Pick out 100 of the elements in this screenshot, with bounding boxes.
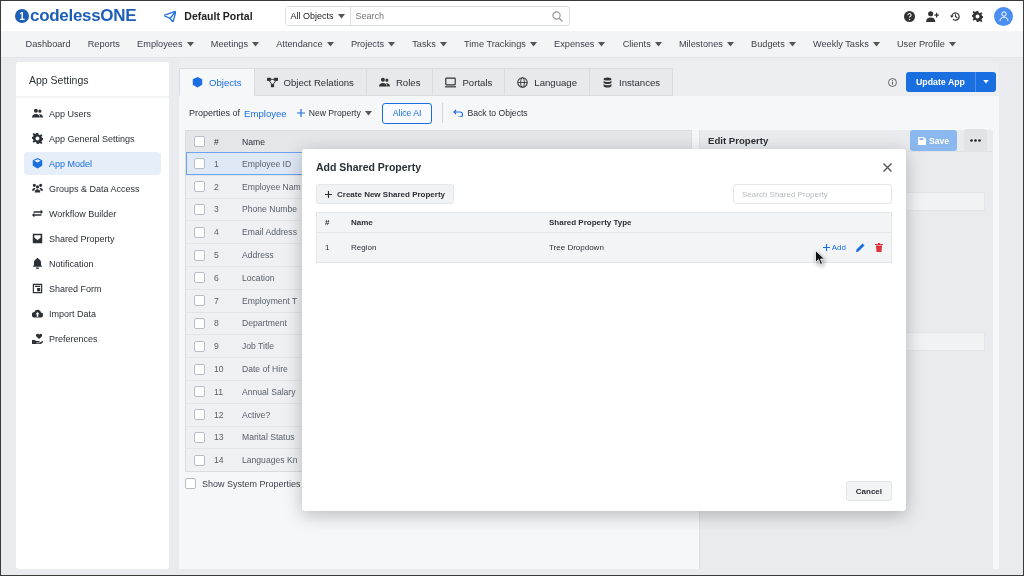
checkbox[interactable] xyxy=(194,136,205,147)
sidebar-item[interactable]: Import Data xyxy=(24,302,161,325)
caret-icon xyxy=(654,41,662,47)
nav-menu-item[interactable]: Projects xyxy=(342,39,404,49)
pencil-icon[interactable] xyxy=(856,243,865,252)
sidebar-item[interactable]: Shared Property xyxy=(24,227,161,250)
add-user-icon[interactable] xyxy=(926,10,939,22)
caret-icon xyxy=(439,41,447,47)
bell-icon xyxy=(32,258,43,269)
user-silhouette-icon xyxy=(998,11,1009,21)
help-icon[interactable] xyxy=(904,10,915,22)
nav-menu-item[interactable]: Expenses xyxy=(545,39,615,49)
checkbox[interactable] xyxy=(194,431,205,443)
cancel-button[interactable]: Cancel xyxy=(845,481,892,501)
checkbox[interactable] xyxy=(194,295,205,307)
nav-menu-item[interactable]: Tasks xyxy=(403,39,456,49)
nav-menu-item[interactable]: Clients xyxy=(614,39,671,49)
search-bar[interactable]: All Objects Search xyxy=(284,6,570,26)
table-cell: Email Address xyxy=(242,227,297,238)
sidebar-item[interactable]: App General Settings xyxy=(24,127,161,150)
sidebar-item[interactable]: Groups & Data Access xyxy=(24,177,161,200)
info-icon[interactable] xyxy=(887,77,897,87)
table-cell: 8 xyxy=(214,318,219,329)
trash-icon[interactable] xyxy=(875,243,883,252)
nav-menu-item[interactable]: Reports xyxy=(79,39,129,49)
column-header: # xyxy=(214,136,219,147)
logo-text: codelessONE xyxy=(30,6,137,26)
add-link[interactable]: Add xyxy=(822,243,846,252)
gear-icon xyxy=(32,133,43,144)
caret-icon xyxy=(388,41,396,47)
table-cell-text: Tree Dropdown xyxy=(549,243,605,252)
nav-menu-item[interactable]: Meetings xyxy=(202,39,268,49)
plus-icon xyxy=(296,109,305,117)
checkbox[interactable] xyxy=(194,204,205,215)
checkbox[interactable] xyxy=(194,363,205,375)
create-shared-property-button[interactable]: Create New Shared Property xyxy=(316,184,455,204)
sidebar-item[interactable]: App Users xyxy=(24,102,161,125)
checkbox[interactable] xyxy=(185,478,196,490)
sidebar-item[interactable]: Notification xyxy=(24,252,161,275)
back-link[interactable]: Back to Objects xyxy=(453,108,528,118)
nav-menu-item[interactable]: Dashboard xyxy=(17,39,80,49)
search-field[interactable]: Search Shared Property xyxy=(733,184,892,204)
search-icon[interactable] xyxy=(551,11,563,22)
checkbox[interactable] xyxy=(194,454,205,466)
avatar[interactable] xyxy=(994,6,1013,26)
tab[interactable]: Object Relations xyxy=(254,68,367,96)
caret-icon xyxy=(983,80,989,84)
caret-icon xyxy=(186,41,194,47)
update-app-button[interactable]: Update App xyxy=(905,72,996,92)
alice-ai-button[interactable]: Alice AI xyxy=(381,102,433,124)
more-options-icon[interactable] xyxy=(964,129,987,152)
column-header: Shared Property Type xyxy=(549,218,633,227)
checkbox[interactable] xyxy=(194,317,205,329)
checkbox[interactable] xyxy=(194,249,205,261)
cube-icon xyxy=(32,158,43,169)
checkbox[interactable] xyxy=(194,158,205,170)
sidebar-item[interactable]: App Model xyxy=(24,152,161,175)
nav-menu-item[interactable]: Attendance xyxy=(267,39,343,49)
scope-dropdown[interactable]: All Objects xyxy=(285,7,351,25)
checkbox[interactable] xyxy=(194,181,205,193)
caret-icon xyxy=(788,41,796,47)
checkbox[interactable] xyxy=(194,340,205,352)
panel-title: Edit Property xyxy=(708,135,770,146)
plus-icon xyxy=(325,190,332,198)
table-cell-text: 1 xyxy=(325,243,331,252)
tab[interactable]: Language xyxy=(505,68,590,96)
tab[interactable]: Portals xyxy=(433,68,506,96)
checkbox[interactable] xyxy=(194,226,205,238)
nav-menu-item[interactable]: Time Trackings xyxy=(455,39,546,49)
sidebar-item[interactable]: Preferences xyxy=(24,327,161,350)
settings-icon[interactable] xyxy=(972,10,983,22)
tab[interactable]: Roles xyxy=(366,68,434,96)
checkbox[interactable] xyxy=(194,386,205,398)
history-icon[interactable] xyxy=(950,10,961,22)
caret-icon xyxy=(364,110,372,116)
sidebar-item[interactable]: Workflow Builder xyxy=(24,202,161,225)
nav-menu-item[interactable]: Budgets xyxy=(742,39,805,49)
object-link[interactable]: Employee xyxy=(244,107,287,119)
column-header: Name xyxy=(242,136,265,147)
nav-menu-item[interactable]: Milestones xyxy=(670,39,743,49)
nav-menu-item[interactable]: Weekly Tasks xyxy=(804,39,889,49)
nav-menu-item[interactable]: Employees xyxy=(128,39,203,49)
nav-menu-item[interactable]: User Profile xyxy=(888,39,965,49)
caret-icon xyxy=(948,41,956,47)
portal-name[interactable]: Default Portal xyxy=(184,10,253,22)
sidebar-item[interactable]: Shared Form xyxy=(24,277,161,300)
table-cell: 2 xyxy=(214,181,219,192)
dialog-title: Add Shared Property xyxy=(316,161,422,173)
table-cell: 4 xyxy=(214,227,219,238)
tab[interactable]: Objects xyxy=(179,68,255,96)
checkbox[interactable] xyxy=(194,272,205,284)
new-property-dropdown[interactable]: New Property xyxy=(296,108,372,118)
tab[interactable]: Instances xyxy=(590,68,674,96)
cloud-upload-icon xyxy=(32,308,43,319)
caret-icon xyxy=(598,41,606,47)
caret-icon xyxy=(872,41,880,47)
table-cell: 5 xyxy=(214,250,219,261)
close-icon[interactable] xyxy=(883,162,892,172)
checkbox[interactable] xyxy=(194,409,205,421)
globe-icon xyxy=(517,76,529,88)
